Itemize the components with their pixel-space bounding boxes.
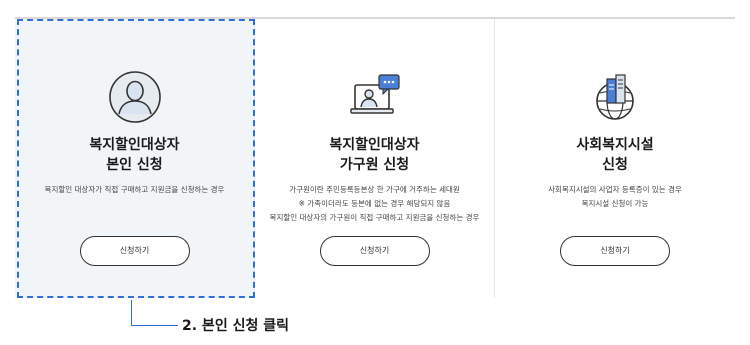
- card-description: 가구원이란 주민등록등본상 한 가구에 거주하는 세대원 ※ 가족이더라도 등본…: [269, 185, 480, 222]
- card-title: 복지할인대상자 가구원 신청: [329, 137, 420, 173]
- card-self-application[interactable]: 복지할인대상자 본인 신청 복지할인 대상자가 직접 구매하고 지원금을 신청하…: [15, 19, 255, 298]
- application-type-cards: 복지할인대상자 본인 신청 복지할인 대상자가 직접 구매하고 지원금을 신청하…: [15, 19, 735, 298]
- card-description: 복지할인 대상자가 직접 구매하고 지원금을 신청하는 경우: [44, 185, 225, 194]
- globe-building-icon: [596, 74, 634, 120]
- callout-line-horizontal: [131, 325, 178, 326]
- callout-line-vertical: [131, 300, 132, 325]
- card-household-application[interactable]: 복지할인대상자 가구원 신청 가구원이란 주민등록등본상 한 가구에 거주하는 …: [255, 19, 495, 298]
- video-chat-icon: [349, 74, 400, 114]
- card-welfare-facility[interactable]: 사회복지시설 신청 사회복지시설의 사업자 등록증이 있는 경우 복지시설 신청…: [495, 19, 735, 298]
- callout-label: 2. 본인 신청 클릭: [182, 318, 289, 334]
- apply-button[interactable]: 신청하기: [560, 236, 670, 266]
- apply-button[interactable]: 신청하기: [79, 236, 190, 266]
- card-description: 사회복지시설의 사업자 등록증이 있는 경우 복지시설 신청이 가능: [548, 185, 682, 208]
- card-title: 사회복지시설 신청: [576, 137, 654, 173]
- card-title: 복지할인대상자 본인 신청: [89, 137, 180, 173]
- person-icon: [108, 71, 161, 123]
- apply-button[interactable]: 신청하기: [319, 236, 430, 266]
